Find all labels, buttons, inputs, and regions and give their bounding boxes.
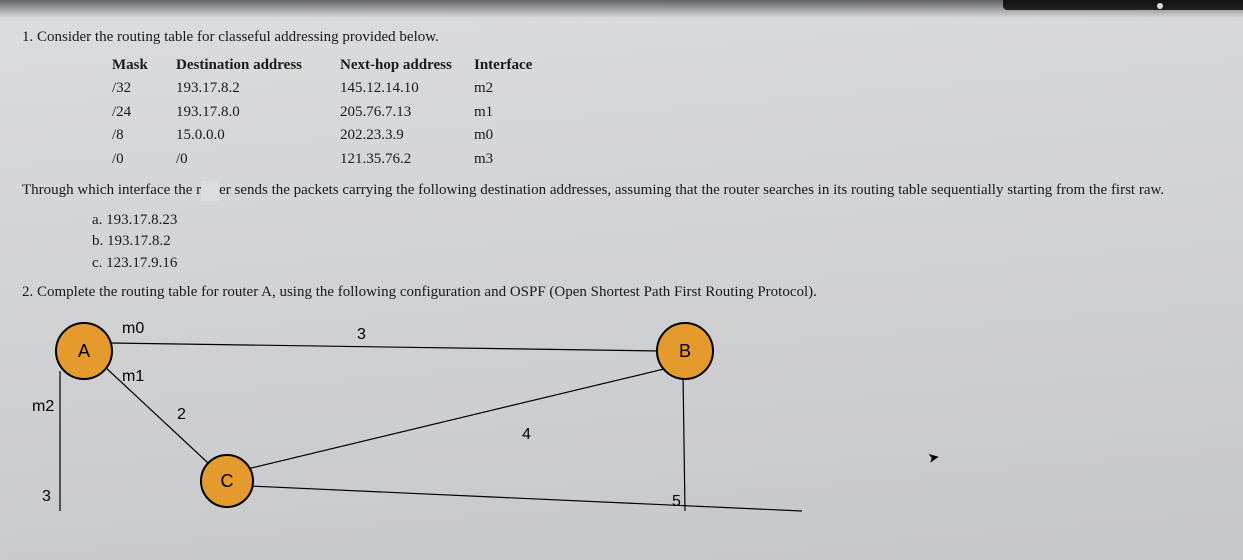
cell-next: 205.76.7.13 [340, 101, 474, 125]
weight-cb: 4 [522, 426, 531, 443]
header-nexthop: Next-hop address [340, 54, 474, 78]
node-b-label: B [679, 341, 691, 361]
q1-title: 1. Consider the routing table for classe… [22, 28, 1221, 48]
routing-table: Mask Destination address Next-hop addres… [112, 54, 548, 172]
q1-prompt: Consider the routing table for classeful… [37, 29, 439, 45]
q2-number: 2. [22, 284, 33, 300]
text-cursor-gap [201, 181, 219, 201]
weight-b-down: 5 [672, 493, 681, 510]
q1-body-pre: Through which interface the r [22, 182, 201, 198]
cell-mask: /0 [112, 148, 176, 172]
option-label: a. [92, 212, 102, 228]
option-label: c. [92, 255, 102, 271]
table-row: /32 193.17.8.2 145.12.14.10 m2 [112, 77, 548, 101]
table-row: /8 15.0.0.0 202.23.3.9 m0 [112, 124, 548, 148]
cell-dest: 193.17.8.2 [176, 77, 340, 101]
node-c-label: C [221, 471, 234, 491]
header-mask: Mask [112, 54, 176, 78]
q2-prompt: Complete the routing table for router A,… [37, 284, 817, 300]
weight-a-down: 3 [42, 488, 51, 505]
browser-chrome-sliver [1003, 0, 1243, 10]
option-value: 123.17.9.16 [106, 255, 177, 271]
cell-iface: m1 [474, 101, 548, 125]
q1-options: a. 193.17.8.23 b. 193.17.8.2 c. 123.17.9… [92, 211, 1221, 274]
edge-a-b [110, 343, 662, 351]
weight-ab: 3 [357, 326, 366, 343]
q1-number: 1. [22, 29, 33, 45]
network-diagram: A B C m0 m1 m2 3 2 3 4 5 [22, 311, 802, 511]
mouse-cursor-icon: ➤ [927, 449, 942, 469]
option-a: a. 193.17.8.23 [92, 211, 1221, 231]
cell-dest: /0 [176, 148, 340, 172]
q1-body-post: er sends the packets carrying the follow… [219, 182, 1164, 198]
iface-m1: m1 [122, 368, 144, 385]
cell-dest: 193.17.8.0 [176, 101, 340, 125]
option-b: b. 193.17.8.2 [92, 232, 1221, 252]
cell-next: 202.23.3.9 [340, 124, 474, 148]
cell-iface: m2 [474, 77, 548, 101]
option-value: 193.17.8.2 [107, 233, 171, 249]
edge-c-b [247, 369, 664, 469]
cell-mask: /8 [112, 124, 176, 148]
iface-m2: m2 [32, 398, 54, 415]
cell-dest: 15.0.0.0 [176, 124, 340, 148]
header-interface: Interface [474, 54, 548, 78]
cell-next: 121.35.76.2 [340, 148, 474, 172]
table-row: /0 /0 121.35.76.2 m3 [112, 148, 548, 172]
cell-mask: /32 [112, 77, 176, 101]
cell-next: 145.12.14.10 [340, 77, 474, 101]
progress-dot [1157, 3, 1163, 9]
edge-b-down [683, 373, 685, 511]
cell-iface: m0 [474, 124, 548, 148]
option-label: b. [92, 233, 103, 249]
q1-body: Through which interface the r er sends t… [22, 181, 1221, 201]
table-header-row: Mask Destination address Next-hop addres… [112, 54, 548, 78]
weight-ac: 2 [177, 406, 186, 423]
cell-iface: m3 [474, 148, 548, 172]
q2-title: 2. Complete the routing table for router… [22, 283, 1221, 303]
edge-c-right [250, 486, 802, 511]
node-a-label: A [78, 341, 90, 361]
option-value: 193.17.8.23 [106, 212, 177, 228]
document-page: 1. Consider the routing table for classe… [0, 0, 1243, 560]
option-c: c. 123.17.9.16 [92, 254, 1221, 274]
iface-m0: m0 [122, 320, 144, 337]
header-destination: Destination address [176, 54, 340, 78]
cell-mask: /24 [112, 101, 176, 125]
table-row: /24 193.17.8.0 205.76.7.13 m1 [112, 101, 548, 125]
